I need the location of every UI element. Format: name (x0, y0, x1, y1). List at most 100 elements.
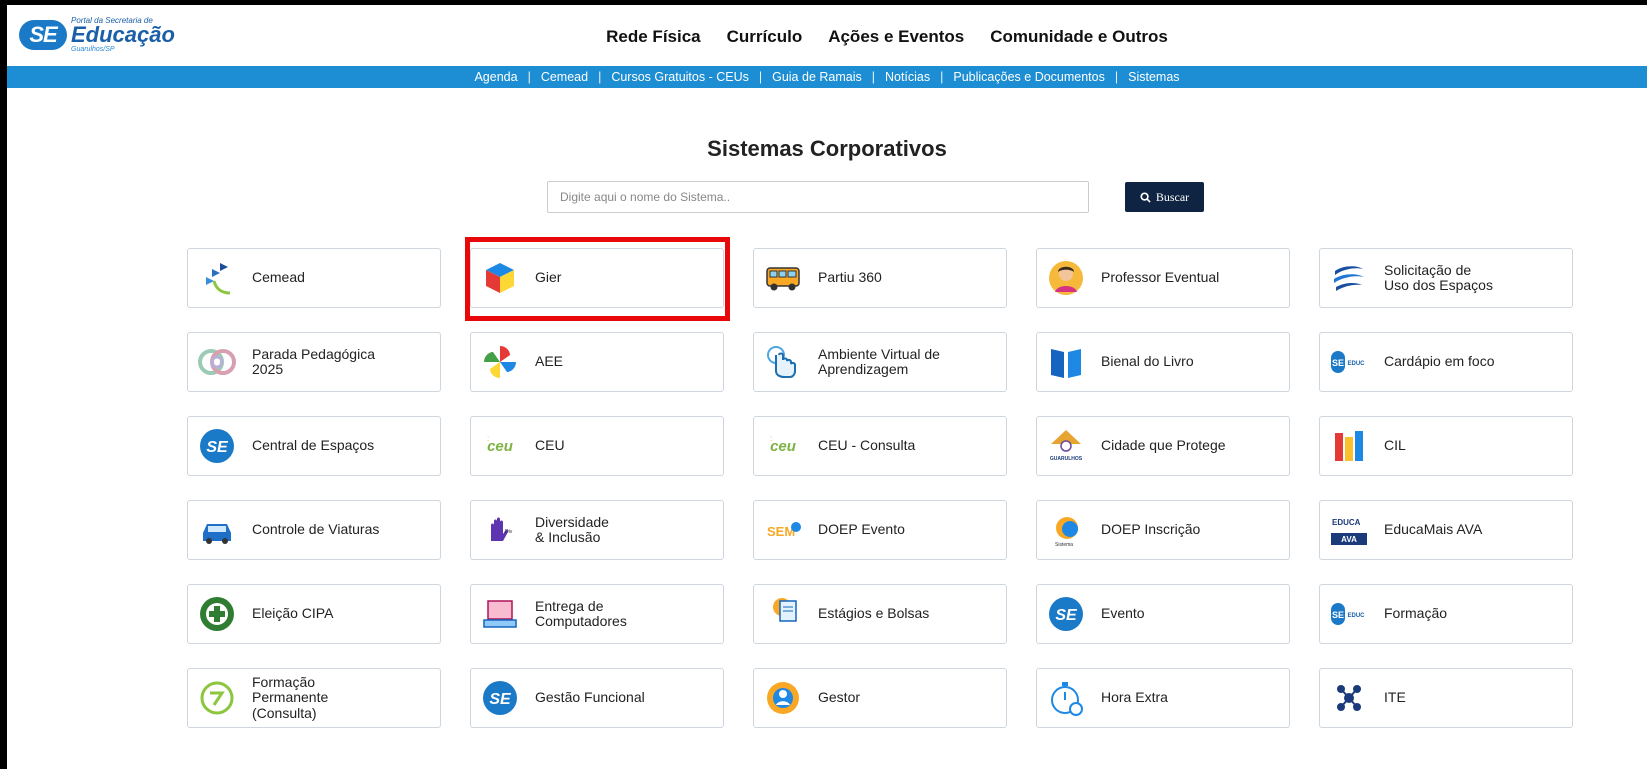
system-card[interactable]: SEM DOEP Evento (753, 500, 1007, 560)
nav-acoes-eventos[interactable]: Ações e Eventos (828, 27, 964, 47)
system-card[interactable]: Formação Permanente (Consulta) (187, 668, 441, 728)
system-card-label: Controle de Viaturas (252, 521, 380, 538)
subnav-ramais[interactable]: Guia de Ramais (772, 70, 862, 84)
se-educacao-icon: SE EDUC (1330, 595, 1368, 633)
system-card[interactable]: Bienal do Livro (1036, 332, 1290, 392)
system-card-label: DOEP Inscrição (1101, 521, 1201, 538)
system-card[interactable]: Gestor (753, 668, 1007, 728)
search-button[interactable]: Buscar (1125, 182, 1204, 212)
system-card-label: EducaMais AVA (1384, 521, 1483, 538)
system-card-label: Entrega de Computadores (535, 597, 627, 629)
system-card-label: Eleição CIPA (252, 605, 334, 622)
system-card[interactable]: SE Evento (1036, 584, 1290, 644)
touch-icon (764, 343, 802, 381)
system-card-label: Diversidade & Inclusão (535, 513, 609, 545)
system-card-label: Gestão Funcional (535, 689, 645, 706)
subnav-separator: | (527, 70, 531, 84)
svg-text:ceu: ceu (770, 438, 796, 455)
se-icon: SE (481, 679, 519, 717)
systems-grid: Cemead Gier Partiu 360 Professor Eventual So… (187, 248, 1573, 728)
system-card-label: Cidade que Protege (1101, 437, 1226, 454)
system-card-label: DOEP Evento (818, 521, 905, 538)
system-card-label: Hora Extra (1101, 689, 1168, 706)
sem-icon: SEM (764, 511, 802, 549)
subnav-sistemas[interactable]: Sistemas (1128, 70, 1179, 84)
subnav-cemead[interactable]: Cemead (541, 70, 588, 84)
system-card[interactable]: GUARULHOS Cidade que Protege (1036, 416, 1290, 476)
guarulhos-icon: GUARULHOS (1047, 427, 1085, 465)
svg-text:Sistema: Sistema (1055, 542, 1073, 548)
system-card[interactable]: Div Diversidade & Inclusão (470, 500, 724, 560)
educamais-icon: EDUCA AVA (1330, 511, 1368, 549)
rings-icon (198, 343, 236, 381)
search-icon (1140, 191, 1151, 203)
se-icon: SE (198, 427, 236, 465)
system-card[interactable]: ITE (1319, 668, 1573, 728)
system-card[interactable]: SE Central de Espaços (187, 416, 441, 476)
svg-text:SE: SE (1055, 607, 1078, 624)
nav-rede-fisica[interactable]: Rede Física (606, 27, 701, 47)
svg-text:Div: Div (505, 529, 513, 535)
system-card[interactable]: Hora Extra (1036, 668, 1290, 728)
svg-text:EDUC: EDUC (1347, 361, 1365, 367)
system-card[interactable]: Partiu 360 (753, 248, 1007, 308)
system-card[interactable]: Ambiente Virtual de Aprendizagem (753, 332, 1007, 392)
system-card[interactable]: Estágios e Bolsas (753, 584, 1007, 644)
sub-nav: Agenda | Cemead | Cursos Gratuitos - CEUs |… (7, 66, 1647, 88)
pinwheel-icon (481, 343, 519, 381)
system-card[interactable]: Parada Pedagógica 2025 (187, 332, 441, 392)
subnav-separator: | (598, 70, 602, 84)
system-card-label: Evento (1101, 605, 1145, 622)
system-card[interactable]: Eleição CIPA (187, 584, 441, 644)
system-card[interactable]: Controle de Viaturas (187, 500, 441, 560)
system-card[interactable]: Professor Eventual (1036, 248, 1290, 308)
system-card[interactable]: EDUCA AVA EducaMais AVA (1319, 500, 1573, 560)
nav-comunidade-outros[interactable]: Comunidade e Outros (990, 27, 1168, 47)
subnav-publicacoes[interactable]: Publicações e Documentos (953, 70, 1104, 84)
system-card[interactable]: SE EDUC Formação (1319, 584, 1573, 644)
system-card-label: CEU - Consulta (818, 437, 916, 454)
svg-text:SEM: SEM (767, 524, 795, 539)
page-frame: SE Portal da Secretaria de Educação Guar… (7, 5, 1647, 769)
subnav-agenda[interactable]: Agenda (474, 70, 517, 84)
svg-text:ceu: ceu (487, 438, 513, 455)
svg-text::: : (487, 434, 489, 443)
system-card-label: Parada Pedagógica 2025 (252, 345, 375, 377)
system-card-label: AEE (535, 353, 564, 370)
system-card-label: CEU (535, 437, 565, 454)
sun-icon: Sistema (1047, 511, 1085, 549)
system-card[interactable]: Gier (470, 248, 724, 308)
laptop-icon (481, 595, 519, 633)
system-card-label: Ambiente Virtual de Aprendizagem (818, 345, 940, 377)
system-card[interactable]: SE Gestão Funcional (470, 668, 724, 728)
svg-text:EDUC: EDUC (1347, 613, 1365, 619)
book-icon (1047, 343, 1085, 381)
system-card[interactable]: Solicitação de Uso dos Espaços (1319, 248, 1573, 308)
system-card[interactable]: Entrega de Computadores (470, 584, 724, 644)
system-card[interactable]: ceu: CEU - Consulta (753, 416, 1007, 476)
system-card-label: Cardápio em foco (1384, 353, 1495, 370)
swirl-icon (1330, 259, 1368, 297)
cube-icon (481, 259, 519, 297)
system-card[interactable]: AEE (470, 332, 724, 392)
subnav-cursos[interactable]: Cursos Gratuitos - CEUs (611, 70, 749, 84)
teacher-icon (1047, 259, 1085, 297)
system-card-label: Formação (1384, 605, 1448, 622)
system-card[interactable]: Cemead (187, 248, 441, 308)
subnav-separator: | (1114, 70, 1119, 84)
nav-curriculo[interactable]: Currículo (727, 27, 803, 47)
subnav-separator: | (758, 70, 763, 84)
system-card[interactable]: ceu: CEU (470, 416, 724, 476)
page-title: Sistemas Corporativos (707, 136, 947, 161)
system-search-input[interactable] (547, 181, 1089, 213)
system-card-label: Professor Eventual (1101, 269, 1220, 286)
system-card-label: Solicitação de Uso dos Espaços (1384, 261, 1493, 293)
se-icon: SE (1047, 595, 1085, 633)
system-card[interactable]: SE EDUC Cardápio em foco (1319, 332, 1573, 392)
main-nav: Rede Física Currículo Ações e Eventos Co… (7, 27, 1647, 47)
system-card[interactable]: Sistema DOEP Inscrição (1036, 500, 1290, 560)
system-card-label: Estágios e Bolsas (818, 605, 930, 622)
subnav-noticias[interactable]: Notícias (885, 70, 930, 84)
system-card[interactable]: CIL (1319, 416, 1573, 476)
subnav-separator: | (871, 70, 875, 84)
